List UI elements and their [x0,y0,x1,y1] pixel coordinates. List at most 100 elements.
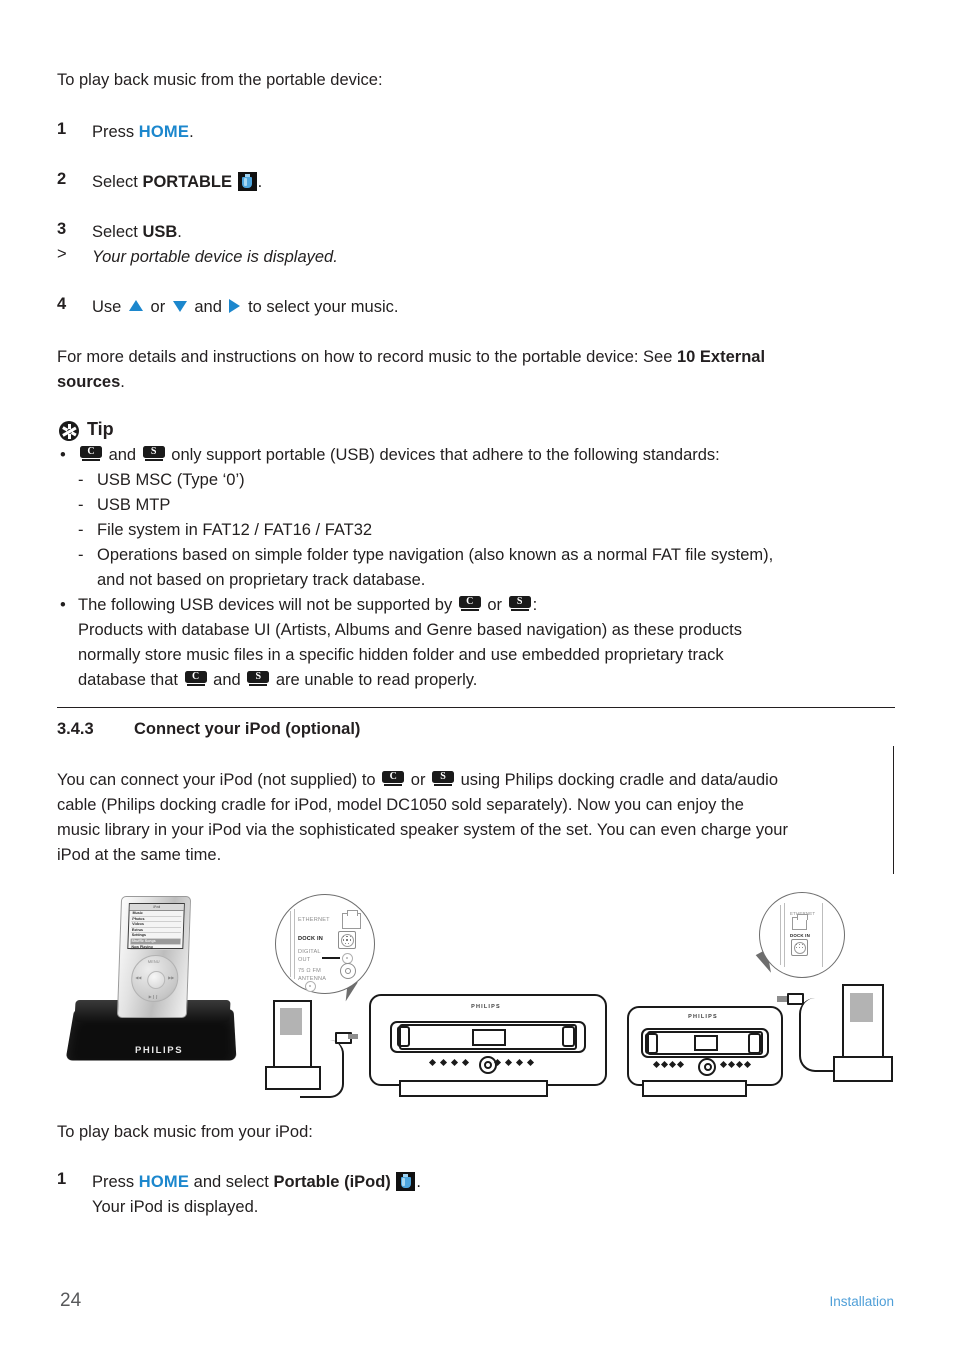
step-2-pre: Select [92,173,143,191]
ethernet-port-icon [342,910,361,929]
intro-text: To play back music from the portable dev… [57,71,383,89]
tip-b2-or: or [482,596,507,614]
section-paragraph: You can connect your iPod (not supplied)… [57,768,902,868]
tip-b1-and: and [104,446,141,464]
step-4-pre: Use [92,298,126,316]
step-4-post: to select your music. [243,298,399,316]
tip-bullet-2: The following USB devices will not be su… [78,593,537,618]
outro-paragraph: To play back music from your iPod: [57,1120,313,1145]
portable-menu-ref: PORTABLE [142,173,232,191]
tip-sub-item-5: and not based on proprietary track datab… [97,571,426,589]
badge-s-icon: S [432,771,455,786]
badge-c-icon: C [458,596,481,611]
ipod-step-1-number: 1 [57,1170,67,1188]
step-1-body: Press HOME. [92,120,194,145]
hifi-dots-left-center [428,1058,477,1067]
label-dock-in-right: DOCK IN [790,933,810,938]
dock-cable-left [300,1040,344,1098]
document-page: To play back music from the portable dev… [0,0,954,1350]
portable-ipod-menu-ref: Portable (iPod) [273,1173,391,1191]
tip-asterisk-icon [59,421,79,441]
ipod-step-post: . [416,1173,421,1191]
tip-b2-line3: normally store music files in a specific… [78,646,724,664]
usb-drive-icon [396,1172,416,1191]
ipod-connection-diagram: PHILIPS iPod Music Photos Videos Extras … [57,888,895,1120]
step-3-number: 3 [57,220,67,238]
step-1-pre: Press [92,123,139,141]
ethernet-port-icon [792,914,808,930]
sec-p-l1-or: or [406,771,431,789]
tip-b2-line2: Products with database UI (Artists, Albu… [78,621,743,639]
badge-s-icon: S [508,596,531,611]
result-marker: > [57,245,67,263]
section-number: 3.4.3 [57,720,94,738]
badge-c-icon: C [80,446,102,461]
ipod-screen: iPod Music Photos Videos Extras Settings… [127,903,185,951]
step-2-number: 2 [57,170,67,188]
external-sources-ref-1: 10 External [676,348,766,366]
more-details-line2-post: . [120,373,125,391]
tip-b2-post: : [532,596,538,614]
badge-s-icon: S [142,446,165,461]
ipod-menu-list: Music Photos Videos Extras Settings Shuf… [130,911,182,951]
dock-in-port-icon [791,939,808,956]
tip-dash-1: - [78,471,84,489]
step-2-body: Select PORTABLE . [92,170,262,195]
tip-b2-pre: The following USB devices will not be su… [78,596,457,614]
tip-sub-item-3: File system in FAT12 / FAT16 / FAT32 [97,521,373,539]
sec-p-l1-pre: You can connect your iPod (not supplied)… [57,771,381,789]
hifi-dots-right-right [720,1060,752,1069]
aux-jack-icon [305,981,316,992]
wheel-play-icon: ▶❙❙ [148,994,159,999]
tip-b2-l4-and: and [208,671,246,689]
dock-in-port-icon [338,931,356,949]
rear-panel-right: ETHERNET DOCK IN [760,893,844,977]
ipod-menu-item: Now Playing [130,944,181,951]
tip-b2-l4-pre: database that [78,671,183,689]
hifi-dots-right-center [494,1058,542,1067]
label-ethernet: ETHERNET [298,917,330,923]
ipod-device: iPod Music Photos Videos Extras Settings… [116,896,192,1018]
right-arrow-icon [229,299,241,313]
wheel-next-icon: ▶▶ [168,975,175,980]
step-3-body: Select USB. [92,220,182,245]
step-4-mid1: or [145,298,170,316]
sec-p-l3: music library in your iPod via the sophi… [57,821,788,839]
badge-s-icon: S [247,671,270,686]
fm-antenna-port-icon [340,963,356,979]
step-3-pre: Select [92,223,143,241]
usb-menu-ref: USB [142,223,178,241]
ipod-step-mid: and select [189,1173,274,1191]
wheel-prev-icon: ◀◀ [135,975,142,980]
step-3-post: . [177,223,182,241]
step-4-mid2: and [189,298,227,316]
tip-bullet-marker-2: • [60,596,66,614]
ipod-click-wheel: MENU ◀◀ ▶▶ ▶❙❙ [130,955,180,1002]
external-sources-ref-2: sources [57,373,121,391]
step-1-post: . [189,123,194,141]
step-1-number: 1 [57,120,67,138]
tip-b2-line4: database that C and S are unable to read… [78,668,477,693]
rear-panel-left: ETHERNET DOCK IN DIGITAL OUT 75 Ω FM ANT [276,895,374,993]
hifi-dots-left-right [653,1060,685,1069]
sec-p-l1-post: using Philips docking cradle and data/au… [456,771,778,789]
hifi-brand-label-center: PHILIPS [471,1004,501,1010]
dock-plug-tip-left [348,1034,358,1039]
wheel-menu-label: MENU [147,959,160,964]
result-text: Your portable device is displayed. [92,248,338,266]
label-out: OUT [298,957,311,963]
outro-text: To play back music from your iPod: [57,1123,313,1141]
ipod-step-pre: Press [92,1173,139,1191]
dock-plug-tip-right [777,996,787,1002]
callout-right-bubble: ETHERNET DOCK IN [759,892,845,978]
ipod-step-1-line2: Your iPod is displayed. [92,1198,259,1216]
more-details-paragraph: For more details and instructions on how… [57,345,897,395]
tip-dash-3: - [78,521,84,539]
step-2-post: . [257,173,263,191]
badge-c-icon: C [184,671,207,686]
callout-left-bubble: ETHERNET DOCK IN DIGITAL OUT 75 Ω FM ANT [275,894,375,994]
grey-ipod-right [833,984,893,1082]
digital-out-port-icon [322,957,340,960]
label-digital: DIGITAL [298,949,321,955]
sec-p-l4: iPod at the same time. [57,846,222,864]
